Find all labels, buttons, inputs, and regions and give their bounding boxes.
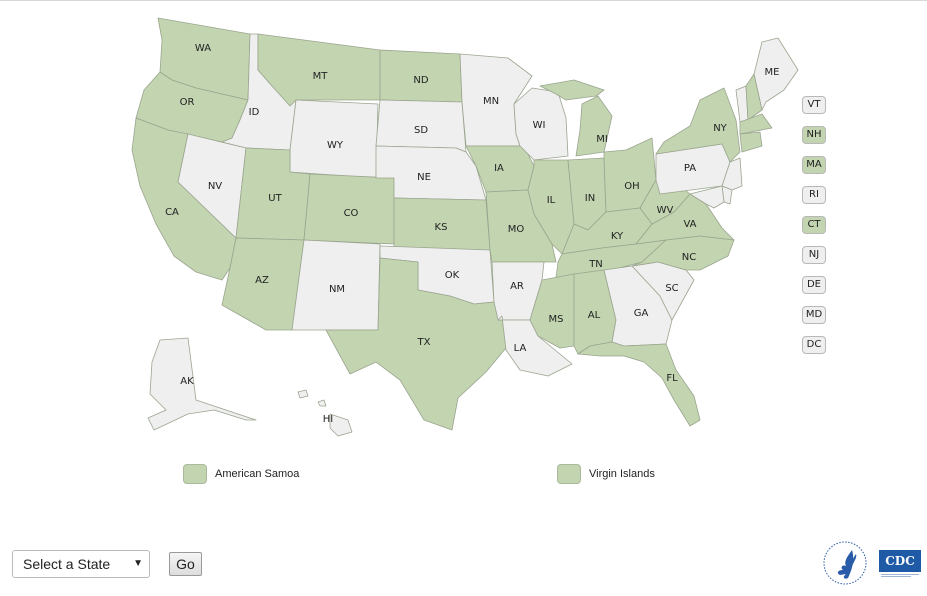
go-button[interactable]: Go xyxy=(169,552,202,576)
chevron-down-icon: ▼ xyxy=(133,558,143,569)
state-nm[interactable] xyxy=(291,239,381,331)
state-fl[interactable] xyxy=(577,341,701,427)
state-hi[interactable] xyxy=(297,389,353,437)
small-state-dc[interactable]: DC xyxy=(802,336,826,354)
small-state-ma[interactable]: MA xyxy=(802,156,826,174)
american-samoa-label: American Samoa xyxy=(215,468,300,480)
small-state-de[interactable]: DE xyxy=(802,276,826,294)
small-state-vt[interactable]: VT xyxy=(802,96,826,114)
state-az[interactable] xyxy=(221,237,305,331)
hhs-logo xyxy=(823,541,867,585)
state-wy[interactable] xyxy=(289,99,379,179)
territory-virgin-islands[interactable]: Virgin Islands xyxy=(557,464,655,484)
territory-american-samoa[interactable]: American Samoa xyxy=(183,464,299,484)
virgin-islands-label: Virgin Islands xyxy=(589,468,655,480)
state-select-value: Select a State xyxy=(23,556,111,572)
us-map: WAORCAIDNVMTWYUTAZCONMNDSDNEKSOKTXMNIAMO… xyxy=(131,17,799,437)
american-samoa-swatch[interactable] xyxy=(183,464,207,484)
small-state-nj[interactable]: NJ xyxy=(802,246,826,264)
small-state-md[interactable]: MD xyxy=(802,306,826,324)
state-select[interactable]: Select a State ▼ xyxy=(12,550,150,578)
state-ct[interactable] xyxy=(739,131,763,153)
cdc-logo: CDC xyxy=(879,550,921,577)
state-nd[interactable] xyxy=(379,49,463,103)
small-state-ct[interactable]: CT xyxy=(802,216,826,234)
svg-text:CDC: CDC xyxy=(885,554,915,568)
state-ak[interactable] xyxy=(147,337,257,431)
small-state-ri[interactable]: RI xyxy=(802,186,826,204)
state-ks[interactable] xyxy=(393,197,491,251)
state-co[interactable] xyxy=(303,173,395,245)
state-sd[interactable] xyxy=(375,99,467,153)
small-states-list: VT NH MA RI CT NJ DE MD DC xyxy=(802,96,828,366)
state-me[interactable] xyxy=(753,37,799,111)
virgin-islands-swatch[interactable] xyxy=(557,464,581,484)
small-state-nh[interactable]: NH xyxy=(802,126,826,144)
